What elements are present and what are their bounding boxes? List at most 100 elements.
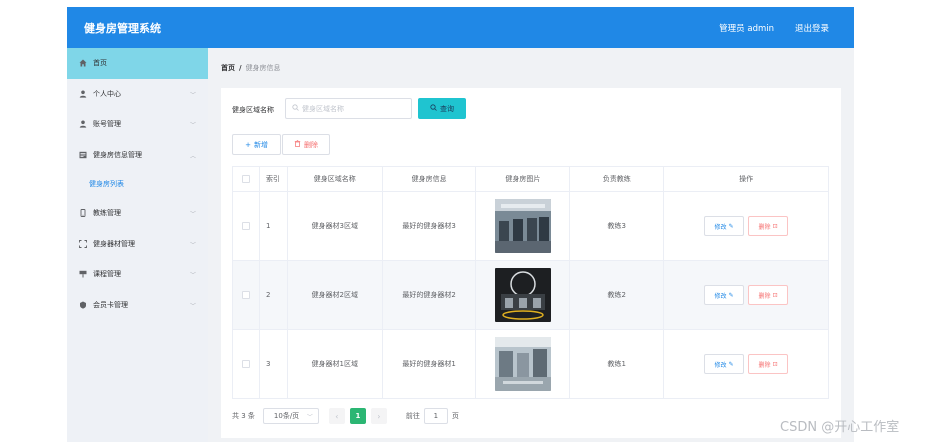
goto-page-input[interactable]: 1 [423,408,448,424]
column-header: 操作 [663,166,829,192]
gym-table: 索引 健身区域名称 健身房信息 健身房图片 负责教练 操作 1 健身器材3区域 … [232,166,829,399]
search-field[interactable] [285,98,412,119]
breadcrumb-home[interactable]: 首页 [221,64,235,72]
search-icon [430,104,437,113]
gym-photo [494,337,551,391]
edit-icon: ✎ [728,360,734,368]
app-frame: 健身房管理系统 管理员 admin 退出登录 首页 个人中心 ﹀ 账号管理 ﹀ [67,7,854,442]
checkbox[interactable] [241,360,250,368]
logout-link[interactable]: 退出登录 [795,22,829,34]
cell-area: 健身器材1区域 [286,329,383,399]
breadcrumb-separator: / [239,64,242,72]
main-content: 首页 /健身房信息 健身区域名称 查询 + 新增 [208,48,854,442]
delete-label: 删除 [758,292,771,300]
phone-icon [79,209,87,218]
admin-label: 管理员 admin [719,24,774,34]
delete-label: 删除 [758,361,771,369]
cell-ops: 修改 ✎ 删除 ⊡ [663,260,829,330]
trash-icon: ⊡ [772,291,778,299]
sidebar-item-coach[interactable]: 教练管理 ﹀ [67,198,208,229]
row-select[interactable] [232,191,260,261]
chevron-down-icon: ﹀ [306,414,313,421]
edit-label: 修改 [714,292,727,300]
flag-icon [79,270,87,278]
cell-info: 最好的健身器材1 [381,329,477,399]
checkbox[interactable] [241,222,250,230]
row-select[interactable] [232,260,260,330]
user-icon [79,120,87,128]
sidebar-item-label: 账号管理 [93,120,121,129]
sidebar-item-label: 健身房列表 [89,180,124,188]
checkbox[interactable] [241,175,250,183]
sidebar-item-equipment[interactable]: 健身器材管理 ﹀ [67,229,208,260]
page-size-value: 10条/页 [273,412,300,420]
query-button-label: 查询 [440,104,454,113]
delete-button[interactable]: 删除 ⊡ [748,216,789,236]
sidebar-item-gym-info[interactable]: 健身房信息管理 ︿ [67,140,208,171]
gym-photo [494,199,551,253]
batch-delete-button[interactable]: 删除 [282,134,330,155]
cell-area: 健身器材2区域 [286,260,383,330]
top-bar: 健身房管理系统 管理员 admin 退出登录 [67,7,854,48]
edit-button[interactable]: 修改 ✎ [704,354,745,374]
sidebar-item-label: 教练管理 [93,209,121,218]
edit-label: 修改 [714,361,727,369]
cell-info: 最好的健身器材2 [381,260,477,330]
cell-coach: 教练1 [569,329,665,399]
query-button[interactable]: 查询 [418,98,466,119]
cell-index: 3 [258,329,288,399]
trash-icon: ⊡ [772,222,778,230]
prev-page-button[interactable]: ‹ [328,408,345,424]
sidebar: 首页 个人中心 ﹀ 账号管理 ﹀ 健身房信息管理 ︿ 健身房列表 教练管理 ﹀ … [67,48,208,442]
sidebar-item-home[interactable]: 首页 [67,48,208,79]
row-select[interactable] [232,329,260,399]
page-size-select[interactable]: 10条/页 ﹀ [262,408,319,424]
sidebar-item-account[interactable]: 账号管理 ﹀ [67,109,208,140]
cell-coach: 教练3 [569,191,665,261]
add-button[interactable]: + 新增 [232,134,281,155]
cell-index: 2 [258,260,288,330]
content-card: 健身区域名称 查询 + 新增 删除 [221,88,841,438]
cell-coach: 教练2 [569,260,665,330]
sidebar-item-label: 课程管理 [93,270,121,279]
breadcrumb-current: 健身房信息 [245,64,281,72]
sidebar-item-label: 首页 [93,59,107,68]
cell-index: 1 [258,191,288,261]
search-icon [292,104,299,113]
column-header: 索引 [258,166,288,192]
delete-label: 删除 [758,223,771,231]
sidebar-item-label: 健身房信息管理 [93,150,142,159]
sidebar-item-personal-center[interactable]: 个人中心 ﹀ [67,79,208,110]
chevron-down-icon: ﹀ [189,272,196,279]
page-number-current[interactable]: 1 [349,408,366,424]
header-select-all[interactable] [232,166,260,192]
next-page-button[interactable]: › [370,408,387,424]
trash-icon: ⊡ [772,360,778,368]
sidebar-item-label: 健身器材管理 [93,239,135,248]
watermark: CSDN @开心工作室 [780,420,900,435]
checkbox[interactable] [241,291,250,299]
sidebar-item-member-card[interactable]: 会员卡管理 ﹀ [67,290,208,321]
plus-icon: + [245,140,251,149]
edit-label: 修改 [714,223,727,231]
chevron-down-icon: ﹀ [189,302,196,310]
edit-button[interactable]: 修改 ✎ [704,285,745,305]
edit-button[interactable]: 修改 ✎ [704,216,745,236]
table-row: 1 健身器材3区域 最好的健身器材3 教练3 修改 ✎ 删除 ⊡ [232,191,829,261]
delete-button[interactable]: 删除 ⊡ [748,354,789,374]
app-title: 健身房管理系统 [84,22,161,35]
pagination: 共 3 条 10条/页 ﹀ ‹ 1 › 前往 1 页 [232,408,459,424]
cell-ops: 修改 ✎ 删除 ⊡ [663,191,829,261]
table-row: 2 健身器材2区域 最好的健身器材2 教练2 修改 ✎ 删除 ⊡ [232,260,829,330]
sidebar-subitem-gym-list[interactable]: 健身房列表 [67,170,208,198]
search-label: 健身区域名称 [232,106,274,114]
sidebar-item-course[interactable]: 课程管理 ﹀ [67,259,208,290]
cell-image [475,260,571,330]
home-icon [79,59,87,67]
delete-button[interactable]: 删除 ⊡ [748,285,789,305]
column-header: 健身区域名称 [286,166,383,192]
info-icon [79,151,87,159]
search-input[interactable] [302,101,408,116]
sidebar-item-label: 会员卡管理 [93,300,128,309]
pagination-total: 共 3 条 [232,412,255,420]
